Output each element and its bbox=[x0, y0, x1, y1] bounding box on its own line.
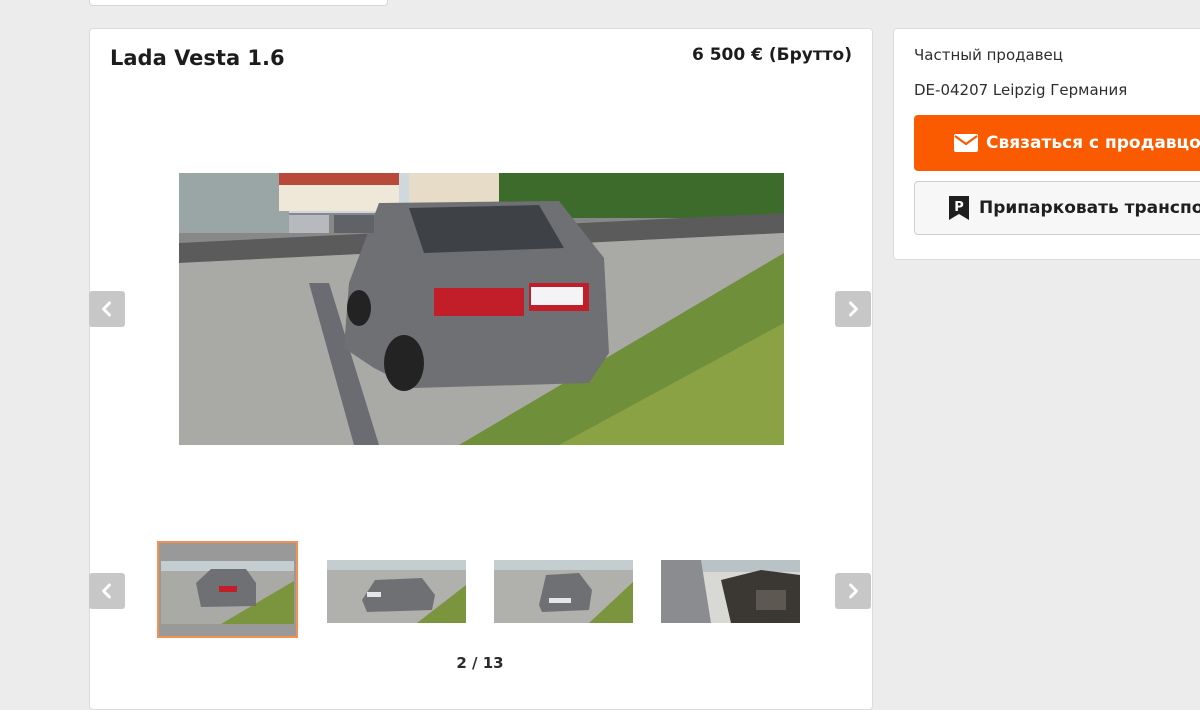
thumbnail-2-image bbox=[327, 560, 466, 623]
seller-card: Частный продавец DE-04207 Leipzig Герман… bbox=[893, 28, 1200, 260]
svg-text:P: P bbox=[954, 200, 964, 215]
main-photo[interactable] bbox=[179, 173, 784, 445]
main-photo-next-button[interactable] bbox=[835, 291, 871, 327]
main-photo-prev-button[interactable] bbox=[89, 291, 125, 327]
thumbnail-2[interactable] bbox=[327, 560, 466, 623]
chevron-left-icon bbox=[102, 301, 111, 317]
seller-type: Частный продавец bbox=[914, 46, 1063, 64]
envelope-icon bbox=[954, 134, 978, 152]
previous-card-edge bbox=[89, 0, 388, 6]
park-vehicle-label: Припарковать транспортное средство bbox=[979, 198, 1200, 218]
thumbnail-1[interactable] bbox=[157, 541, 298, 638]
chevron-right-icon bbox=[849, 301, 858, 317]
thumbnail-1-image bbox=[161, 561, 294, 624]
chevron-right-icon bbox=[849, 583, 858, 599]
chevron-left-icon bbox=[102, 583, 111, 599]
photo-counter: 2 / 13 bbox=[456, 654, 504, 672]
thumbnails-next-button[interactable] bbox=[835, 573, 871, 609]
thumbnail-3-image bbox=[494, 560, 633, 623]
thumbnail-4[interactable] bbox=[661, 560, 800, 623]
contact-seller-button[interactable]: Связаться с продавцом bbox=[914, 115, 1200, 171]
thumbnails-prev-button[interactable] bbox=[89, 573, 125, 609]
thumbnail-3[interactable] bbox=[494, 560, 633, 623]
listing-price: 6 500 € (Брутто) bbox=[691, 45, 852, 65]
listing-card: Lada Vesta 1.6 6 500 € (Брутто) 2 / 13 bbox=[89, 28, 873, 710]
listing-title: Lada Vesta 1.6 bbox=[110, 46, 285, 70]
car-photo-illustration bbox=[179, 173, 784, 445]
park-vehicle-button[interactable]: P Припарковать транспортное средство bbox=[914, 181, 1200, 235]
contact-seller-label: Связаться с продавцом bbox=[986, 133, 1200, 153]
parking-icon: P bbox=[949, 196, 969, 220]
seller-location: DE-04207 Leipzig Германия bbox=[914, 81, 1128, 99]
thumbnail-4-image bbox=[661, 560, 800, 623]
